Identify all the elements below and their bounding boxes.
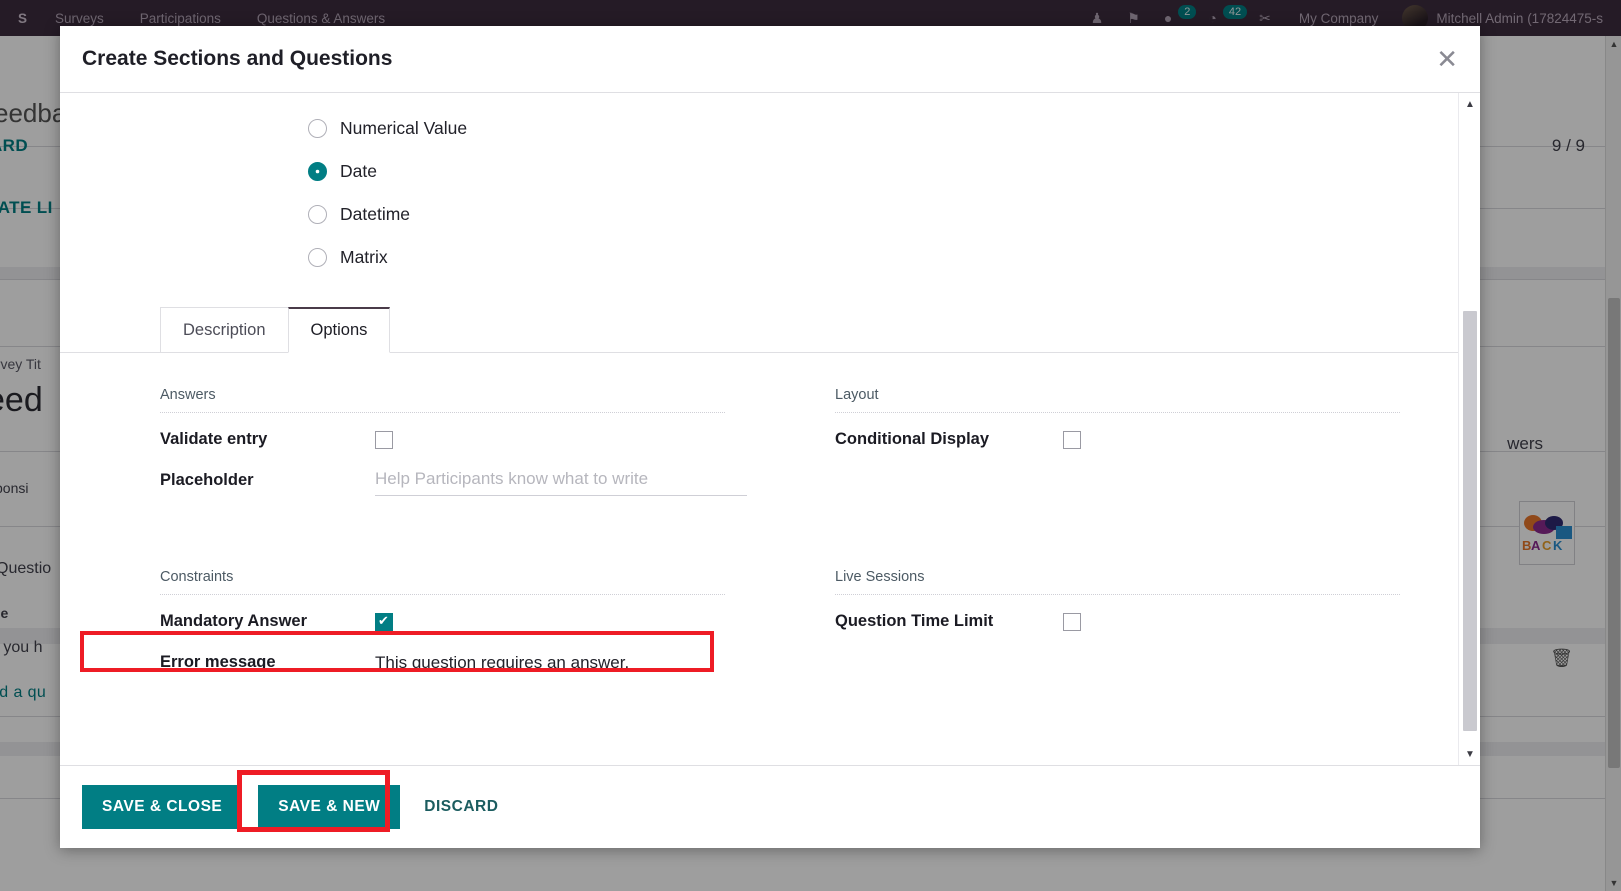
placeholder-input[interactable] bbox=[375, 465, 747, 496]
group-title-answers: Answers bbox=[160, 387, 725, 413]
save-new-button[interactable]: SAVE & NEW bbox=[258, 785, 401, 829]
error-message-input[interactable] bbox=[375, 650, 755, 675]
radio-icon-unchecked[interactable] bbox=[308, 248, 327, 267]
field-label: Placeholder bbox=[160, 471, 254, 489]
options-panel: Answers Validate entry Placeholder Const… bbox=[60, 353, 1458, 683]
radio-icon-checked[interactable] bbox=[308, 162, 327, 181]
field-label: Error message bbox=[160, 653, 276, 671]
group-title-live-sessions: Live Sessions bbox=[835, 569, 1400, 595]
create-sections-questions-dialog: Create Sections and Questions ✕ Numerica… bbox=[60, 26, 1480, 848]
field-label: Validate entry bbox=[160, 430, 268, 448]
dialog-header: Create Sections and Questions ✕ bbox=[60, 26, 1480, 93]
dialog-scroll-thumb[interactable] bbox=[1463, 311, 1477, 731]
radio-option-date[interactable]: Date bbox=[308, 150, 1458, 193]
dialog-scroll-content: Numerical Value Date Datetime Matrix Des… bbox=[60, 93, 1458, 765]
dialog-scrollbar[interactable]: ▲ ▼ bbox=[1458, 93, 1480, 765]
field-conditional-display: Conditional Display bbox=[835, 419, 1458, 460]
field-mandatory-answer: Mandatory Answer bbox=[160, 601, 783, 642]
mandatory-answer-checkbox[interactable] bbox=[375, 612, 393, 631]
radio-option-numerical-value[interactable]: Numerical Value bbox=[308, 107, 1458, 150]
question-type-radio-group: Numerical Value Date Datetime Matrix bbox=[60, 93, 1458, 279]
save-close-button[interactable]: SAVE & CLOSE bbox=[82, 785, 243, 829]
dialog-footer: SAVE & CLOSE SAVE & NEW DISCARD bbox=[60, 766, 1480, 848]
field-question-time-limit: Question Time Limit bbox=[835, 601, 1458, 642]
radio-label: Datetime bbox=[340, 204, 411, 224]
field-error-message: Error message bbox=[160, 642, 783, 683]
dialog-tabs: Description Options bbox=[60, 307, 1458, 353]
radio-label: Numerical Value bbox=[340, 118, 468, 138]
right-column-filler-row bbox=[835, 460, 1458, 501]
options-left-column: Answers Validate entry Placeholder Const… bbox=[160, 387, 783, 683]
field-validate-entry: Validate entry bbox=[160, 419, 783, 460]
radio-option-datetime[interactable]: Datetime bbox=[308, 193, 1458, 236]
radio-icon-unchecked[interactable] bbox=[308, 205, 327, 224]
radio-label: Matrix bbox=[340, 247, 388, 267]
left-column-spacer bbox=[160, 501, 783, 569]
group-title-constraints: Constraints bbox=[160, 569, 725, 595]
dialog-title: Create Sections and Questions bbox=[82, 47, 393, 70]
tab-description[interactable]: Description bbox=[160, 307, 289, 353]
right-column-spacer bbox=[835, 501, 1458, 569]
radio-option-matrix[interactable]: Matrix bbox=[308, 236, 1458, 279]
close-icon[interactable]: ✕ bbox=[1436, 46, 1458, 72]
dialog-scroll-down-arrow[interactable]: ▼ bbox=[1459, 745, 1480, 763]
options-right-column: Layout Conditional Display Live Sessions… bbox=[835, 387, 1458, 683]
field-label: Mandatory Answer bbox=[160, 612, 308, 630]
radio-label: Date bbox=[340, 161, 377, 181]
question-time-limit-checkbox[interactable] bbox=[1063, 612, 1081, 631]
field-label: Conditional Display bbox=[835, 430, 990, 448]
field-label: Question Time Limit bbox=[835, 612, 994, 630]
group-title-layout: Layout bbox=[835, 387, 1400, 413]
discard-button[interactable]: DISCARD bbox=[416, 785, 506, 829]
dialog-body: Numerical Value Date Datetime Matrix Des… bbox=[60, 93, 1480, 766]
radio-icon-unchecked[interactable] bbox=[308, 119, 327, 138]
tab-options[interactable]: Options bbox=[287, 307, 391, 353]
validate-entry-checkbox[interactable] bbox=[375, 430, 393, 449]
field-placeholder: Placeholder bbox=[160, 460, 783, 501]
conditional-display-checkbox[interactable] bbox=[1063, 430, 1081, 449]
